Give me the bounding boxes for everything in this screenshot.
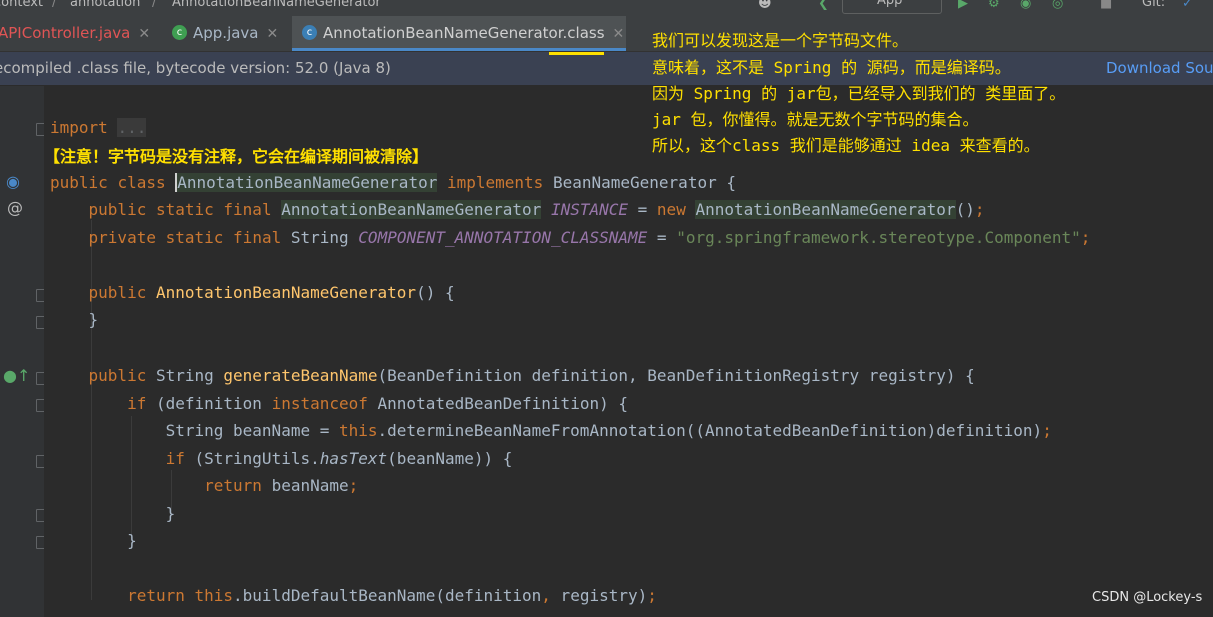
code-line-brace: } — [50, 310, 99, 329]
tab-label: APIController.java — [0, 24, 131, 42]
code-line-brace: } — [50, 531, 137, 550]
watermark: CSDN @Lockey-s — [1092, 590, 1203, 605]
override-marker-icon[interactable]: ●↑ — [3, 366, 30, 385]
code-line-instance: public static final AnnotationBeanNameGe… — [88, 200, 985, 219]
tab-app[interactable]: c App.java ✕ — [172, 16, 278, 51]
code-line-if-hastext: if (StringUtils.hasText(beanName)) { — [165, 449, 513, 468]
code-line-bean-name: String beanName = this.determineBeanName… — [165, 421, 1052, 440]
overlay-line: 所以，这个class 我们是能够通过 idea 来查看的。 — [652, 136, 1040, 155]
comment-warning-note: 【注意！字节码是没有注释，它会在编译期间被清除】 — [44, 147, 429, 166]
tab-label: App.java — [193, 24, 259, 42]
tab-label: AnnotationBeanNameGenerator.class — [323, 24, 605, 42]
decompiled-notice-text: ecompiled .class file, bytecode version:… — [0, 59, 391, 77]
highlight-underline — [549, 52, 604, 55]
code-line-component: private static final String COMPONENT_AN… — [88, 228, 1091, 247]
overlay-line: 因为 Spring 的 jar包，已经导入到我们的 类里面了。 — [652, 84, 1066, 103]
editor-tabs: APIController.java ✕ c App.java ✕ c Annotati… — [0, 16, 1213, 52]
run-config-selector[interactable]: App — [842, 0, 942, 14]
code-line-brace: } — [50, 504, 176, 523]
close-icon[interactable]: ✕ — [267, 26, 279, 42]
download-sources-link[interactable]: Download Sou — [1106, 52, 1213, 85]
git-label[interactable]: Git: — [1142, 0, 1165, 10]
class-icon: c — [172, 25, 187, 40]
code-line-constructor: public AnnotationBeanNameGenerator() { — [88, 283, 455, 302]
navigation-bar: context / annotation / AnnotationBeanNam… — [0, 0, 1213, 16]
breadcrumb-annotation[interactable]: annotation — [70, 0, 140, 10]
user-icon[interactable]: ☻ — [758, 0, 772, 11]
breadcrumb-class[interactable]: AnnotationBeanNameGenerator — [172, 0, 381, 10]
breadcrumb-separator: / — [52, 0, 57, 10]
coverage-icon[interactable]: ◉ — [1020, 0, 1031, 11]
run-icon[interactable]: ▶ — [958, 0, 968, 11]
overlay-line: jar 包，你懂得。就是无数个字节码的集合。 — [652, 110, 979, 129]
breadcrumb-context[interactable]: context — [0, 0, 43, 10]
code-line-if-instanceof: if (definition instanceof AnnotatedBeanD… — [127, 394, 628, 413]
run-config-label: App — [877, 0, 903, 8]
class-file-icon: c — [302, 25, 317, 40]
code-line-return-default: return this.buildDefaultBeanName(definit… — [127, 586, 657, 605]
code-line-method: public String generateBeanName(BeanDefin… — [88, 366, 975, 385]
close-icon[interactable]: ✕ — [613, 26, 625, 42]
code-line-class-decl: public class AnnotationBeanNameGenerator… — [50, 173, 736, 192]
tab-apicontroller[interactable]: APIController.java ✕ — [0, 16, 150, 51]
overlay-line: 意味着，这不是 Spring 的 源码，而是编译码。 — [652, 58, 1011, 77]
implements-marker-icon[interactable]: ◉ — [6, 172, 20, 191]
tab-annotationbeannamegenerator[interactable]: c AnnotationBeanNameGenerator.class ✕ — [292, 16, 626, 51]
debug-icon[interactable]: ⚙ — [988, 0, 1000, 11]
back-arrow-icon[interactable]: ❮ — [818, 0, 829, 11]
stop-icon[interactable]: ■ — [1100, 0, 1112, 11]
close-icon[interactable]: ✕ — [138, 26, 150, 42]
code-line-import: import ... — [50, 118, 147, 137]
code-line-return-bean: return beanName; — [204, 476, 359, 495]
breadcrumb-separator: / — [152, 0, 157, 10]
overlay-line: 我们可以发现这是一个字节码文件。 — [652, 31, 909, 50]
profile-icon[interactable]: ◎ — [1052, 0, 1063, 11]
git-update-icon[interactable]: ✓ — [1182, 0, 1193, 11]
at-annotation-icon: @ — [7, 198, 23, 217]
